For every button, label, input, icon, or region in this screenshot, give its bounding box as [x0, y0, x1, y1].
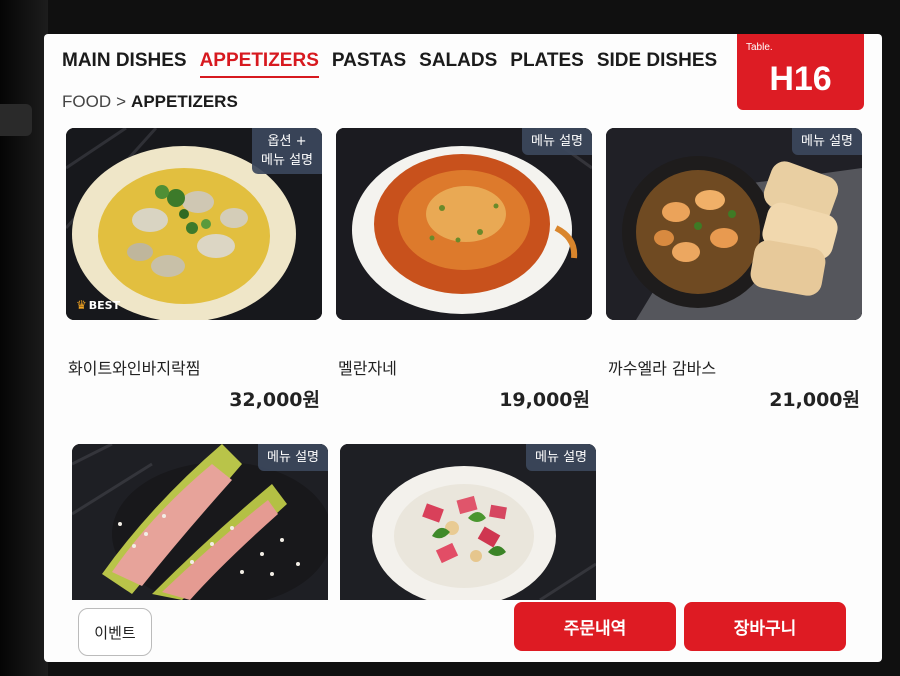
crown-icon: ♛ — [76, 298, 87, 312]
tab-plates[interactable]: PLATES — [510, 50, 584, 78]
dish-photo-gambas[interactable]: 메뉴 설명 — [606, 128, 862, 320]
item-price: 21,000원 — [769, 389, 860, 411]
gambas-image — [606, 128, 862, 320]
dish-photo-melanzane[interactable]: 메뉴 설명 — [336, 128, 592, 320]
melanzane-image — [336, 128, 592, 320]
tab-appetizers[interactable]: APPETIZERS — [199, 50, 319, 78]
best-label: BEST — [88, 298, 121, 312]
kiosk-screen: MAIN DISHES APPETIZERS PASTAS SALADS PLA… — [44, 34, 882, 662]
order-history-button[interactable]: 주문내역 — [514, 602, 676, 651]
menu-info-badge[interactable]: 메뉴 설명 — [526, 444, 596, 471]
menu-info-badge[interactable]: 옵션 + 메뉴 설명 — [252, 128, 322, 174]
table-number: H16 — [769, 60, 832, 98]
menu-card-melanzane[interactable]: 메뉴 설명 멜란자네 19,000원 — [336, 128, 592, 411]
menu-card-prosciutto[interactable]: 메뉴 설명 — [72, 444, 328, 600]
dish-photo-clams[interactable]: 옵션 + 메뉴 설명 ♛ BEST — [66, 128, 322, 320]
tab-pastas[interactable]: PASTAS — [332, 50, 406, 78]
table-label: Table. — [746, 42, 773, 53]
breadcrumb-separator: > — [116, 92, 127, 111]
category-nav: MAIN DISHES APPETIZERS PASTAS SALADS PLA… — [62, 50, 717, 78]
menu-card-gambas[interactable]: 메뉴 설명 까수엘라 감바스 21,000원 — [606, 128, 862, 411]
item-price: 19,000원 — [499, 389, 590, 411]
device-bezel — [0, 0, 48, 676]
breadcrumb-current: APPETIZERS — [131, 92, 238, 111]
tab-main-dishes[interactable]: MAIN DISHES — [62, 50, 187, 78]
item-price: 32,000원 — [229, 389, 320, 411]
breadcrumb-root[interactable]: FOOD — [62, 92, 111, 112]
menu-info-badge[interactable]: 메뉴 설명 — [792, 128, 862, 155]
menu-info-badge[interactable]: 메뉴 설명 — [258, 444, 328, 471]
cart-button[interactable]: 장바구니 — [684, 602, 846, 651]
breadcrumb: FOOD > APPETIZERS — [62, 92, 238, 112]
event-button[interactable]: 이벤트 — [78, 608, 152, 656]
tab-side-dishes[interactable]: SIDE DISHES — [597, 50, 717, 78]
table-number-badge: Table. H16 — [737, 34, 864, 110]
best-badge: ♛ BEST — [76, 298, 120, 312]
tab-salads[interactable]: SALADS — [419, 50, 497, 78]
dish-photo-salad[interactable]: 메뉴 설명 — [340, 444, 596, 600]
item-name: 까수엘라 감바스 — [608, 359, 717, 378]
menu-card-clams[interactable]: 옵션 + 메뉴 설명 ♛ BEST 화이트와인바지락찜 32,000원 — [66, 128, 322, 411]
bezel-nub — [0, 104, 32, 136]
menu-info-badge[interactable]: 메뉴 설명 — [522, 128, 592, 155]
item-name: 화이트와인바지락찜 — [68, 359, 201, 378]
menu-card-salad[interactable]: 메뉴 설명 — [340, 444, 596, 600]
dish-photo-prosciutto[interactable]: 메뉴 설명 — [72, 444, 328, 600]
item-name: 멜란자네 — [338, 359, 397, 378]
